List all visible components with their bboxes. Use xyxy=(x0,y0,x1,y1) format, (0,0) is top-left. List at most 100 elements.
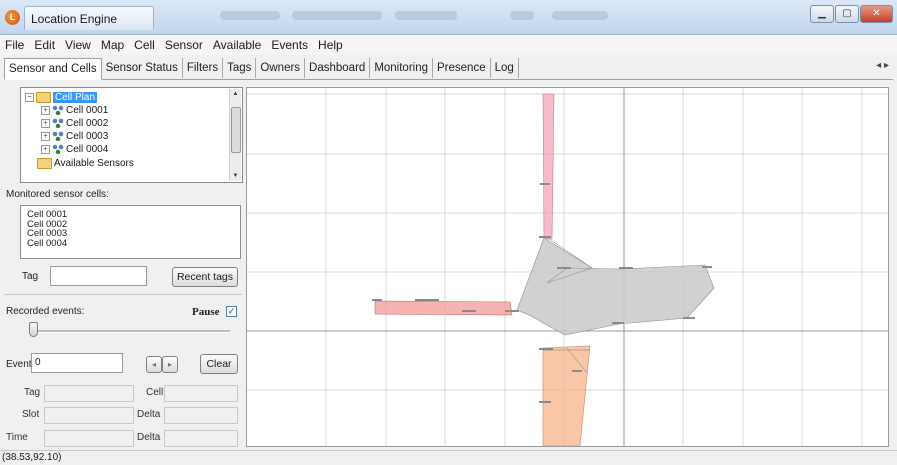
scroll-down-icon[interactable]: ▼ xyxy=(231,173,240,179)
network-icon xyxy=(52,118,64,129)
menu-file[interactable]: File xyxy=(0,35,29,55)
monitored-cells-list[interactable]: Cell 0001 Cell 0002 Cell 0003 Cell 0004 xyxy=(20,205,241,259)
cell-polygon-red[interactable] xyxy=(374,300,513,316)
tree-item-available-sensors[interactable]: Available Sensors xyxy=(37,158,134,170)
sensor-marker[interactable] xyxy=(462,310,476,312)
tab-monitoring[interactable]: Monitoring xyxy=(370,58,434,78)
menu-cell[interactable]: Cell xyxy=(129,35,160,55)
sensor-marker[interactable] xyxy=(557,267,571,269)
sensor-marker[interactable] xyxy=(683,317,695,319)
scrollbar-thumb[interactable] xyxy=(231,107,241,153)
tab-presence[interactable]: Presence xyxy=(433,58,491,78)
sensor-marker[interactable] xyxy=(539,348,553,350)
event-label: Event xyxy=(6,359,32,370)
blurred-title-item xyxy=(510,11,534,20)
cell-polygon-gray[interactable] xyxy=(516,237,715,336)
network-icon xyxy=(52,131,64,142)
sensor-marker[interactable] xyxy=(540,183,550,185)
sensor-marker[interactable] xyxy=(702,266,712,268)
menu-events[interactable]: Events xyxy=(266,35,313,55)
left-panel: − Cell Plan + Cell 0001 + Cell 0002 + Cell 0… xyxy=(4,80,244,448)
tab-tags[interactable]: Tags xyxy=(223,58,257,78)
clear-button[interactable]: Clear xyxy=(200,354,238,374)
tab-dashboard[interactable]: Dashboard xyxy=(305,58,371,78)
detail-tag-field xyxy=(44,385,134,402)
expand-icon[interactable]: + xyxy=(41,144,50,154)
sensor-marker[interactable] xyxy=(539,236,551,238)
detail-time-label: Time xyxy=(6,432,28,443)
recent-tags-button[interactable]: Recent tags xyxy=(172,267,238,287)
folder-icon xyxy=(37,158,52,169)
app-icon: L xyxy=(5,10,20,25)
cell-map-svg[interactable] xyxy=(247,88,888,446)
blurred-title-item xyxy=(552,11,608,20)
minimize-button[interactable]: ▁ xyxy=(810,5,834,23)
blurred-title-item xyxy=(220,11,280,20)
pause-label: Pause xyxy=(192,306,220,318)
tree-item-cell[interactable]: + Cell 0004 xyxy=(41,144,108,156)
status-bar: (38.53,92.10) xyxy=(0,450,897,464)
detail-delta-field xyxy=(164,407,238,424)
cell-map-canvas[interactable] xyxy=(246,87,889,447)
tab-sensor-status[interactable]: Sensor Status xyxy=(102,58,183,78)
network-icon xyxy=(52,105,64,116)
blurred-title-item xyxy=(395,11,457,20)
recorded-events-label: Recorded events: xyxy=(6,306,85,317)
menu-available[interactable]: Available xyxy=(208,35,266,55)
previous-event-button[interactable]: ◂ xyxy=(146,356,162,373)
scroll-up-icon[interactable]: ▲ xyxy=(231,91,240,97)
sensor-marker[interactable] xyxy=(372,299,382,301)
tab-scroll-arrows[interactable]: ◂ ▸ xyxy=(876,60,889,71)
tree-item-cell[interactable]: + Cell 0003 xyxy=(41,131,108,143)
cell-polygon-orange[interactable] xyxy=(542,345,591,446)
events-slider-track[interactable] xyxy=(32,330,230,333)
tab-filters[interactable]: Filters xyxy=(183,58,224,78)
detail-delta-label: Delta xyxy=(137,432,161,443)
collapse-icon[interactable]: − xyxy=(25,93,34,102)
tab-owners[interactable]: Owners xyxy=(256,58,306,78)
tree-scrollbar[interactable]: ▲ ▼ xyxy=(229,89,241,181)
detail-slot-field xyxy=(44,407,134,424)
menu-help[interactable]: Help xyxy=(313,35,348,55)
sensor-marker[interactable] xyxy=(505,310,519,312)
sensor-marker[interactable] xyxy=(572,370,582,372)
detail-slot-label: Slot xyxy=(22,409,40,420)
title-bar: L Location Engine Config ▁ ▢ ✕ xyxy=(0,0,897,50)
sensor-marker[interactable] xyxy=(415,299,439,301)
sensor-marker[interactable] xyxy=(539,401,551,403)
pause-checkbox[interactable]: ✓ xyxy=(226,306,237,317)
expand-icon[interactable]: + xyxy=(41,118,50,128)
tree-item-cell[interactable]: + Cell 0002 xyxy=(41,118,108,130)
tab-bar: Sensor and Cells Sensor Status Filters Tags… xyxy=(4,57,893,80)
tree-item-label: Cell Plan xyxy=(53,92,98,104)
expand-icon[interactable]: + xyxy=(41,131,50,141)
tab-sensor-and-cells[interactable]: Sensor and Cells xyxy=(4,58,102,80)
menu-map[interactable]: Map xyxy=(96,35,129,55)
tab-log[interactable]: Log xyxy=(491,58,519,78)
close-button[interactable]: ✕ xyxy=(860,5,893,23)
tag-input[interactable] xyxy=(50,266,147,286)
tree-item-label: Cell 0004 xyxy=(66,144,109,155)
separator xyxy=(4,294,242,295)
tree-item-label: Available Sensors xyxy=(54,158,134,170)
menu-view[interactable]: View xyxy=(60,35,96,55)
sensor-marker[interactable] xyxy=(619,267,633,269)
cursor-coordinates: (38.53,92.10) xyxy=(2,452,62,463)
monitored-cells-label: Monitored sensor cells: xyxy=(6,189,109,200)
sensor-marker[interactable] xyxy=(612,322,624,324)
detail-cell-label: Cell xyxy=(146,387,164,398)
folder-icon xyxy=(36,92,51,103)
tree-item-cell[interactable]: + Cell 0001 xyxy=(41,105,108,117)
events-slider-thumb[interactable] xyxy=(29,322,38,337)
list-item[interactable]: Cell 0004 xyxy=(27,238,234,249)
cell-plan-tree[interactable]: − Cell Plan + Cell 0001 + Cell 0002 + Cell 0… xyxy=(20,87,243,183)
cell-polygon-pink[interactable] xyxy=(542,93,555,240)
maximize-button[interactable]: ▢ xyxy=(835,5,859,23)
menu-sensor[interactable]: Sensor xyxy=(160,35,208,55)
tree-item-cell-plan[interactable]: − Cell Plan xyxy=(25,92,98,104)
next-event-button[interactable]: ▸ xyxy=(162,356,178,373)
menu-edit[interactable]: Edit xyxy=(29,35,60,55)
event-input[interactable]: 0 xyxy=(31,353,123,373)
expand-icon[interactable]: + xyxy=(41,105,50,115)
detail-delta-field xyxy=(164,430,238,447)
